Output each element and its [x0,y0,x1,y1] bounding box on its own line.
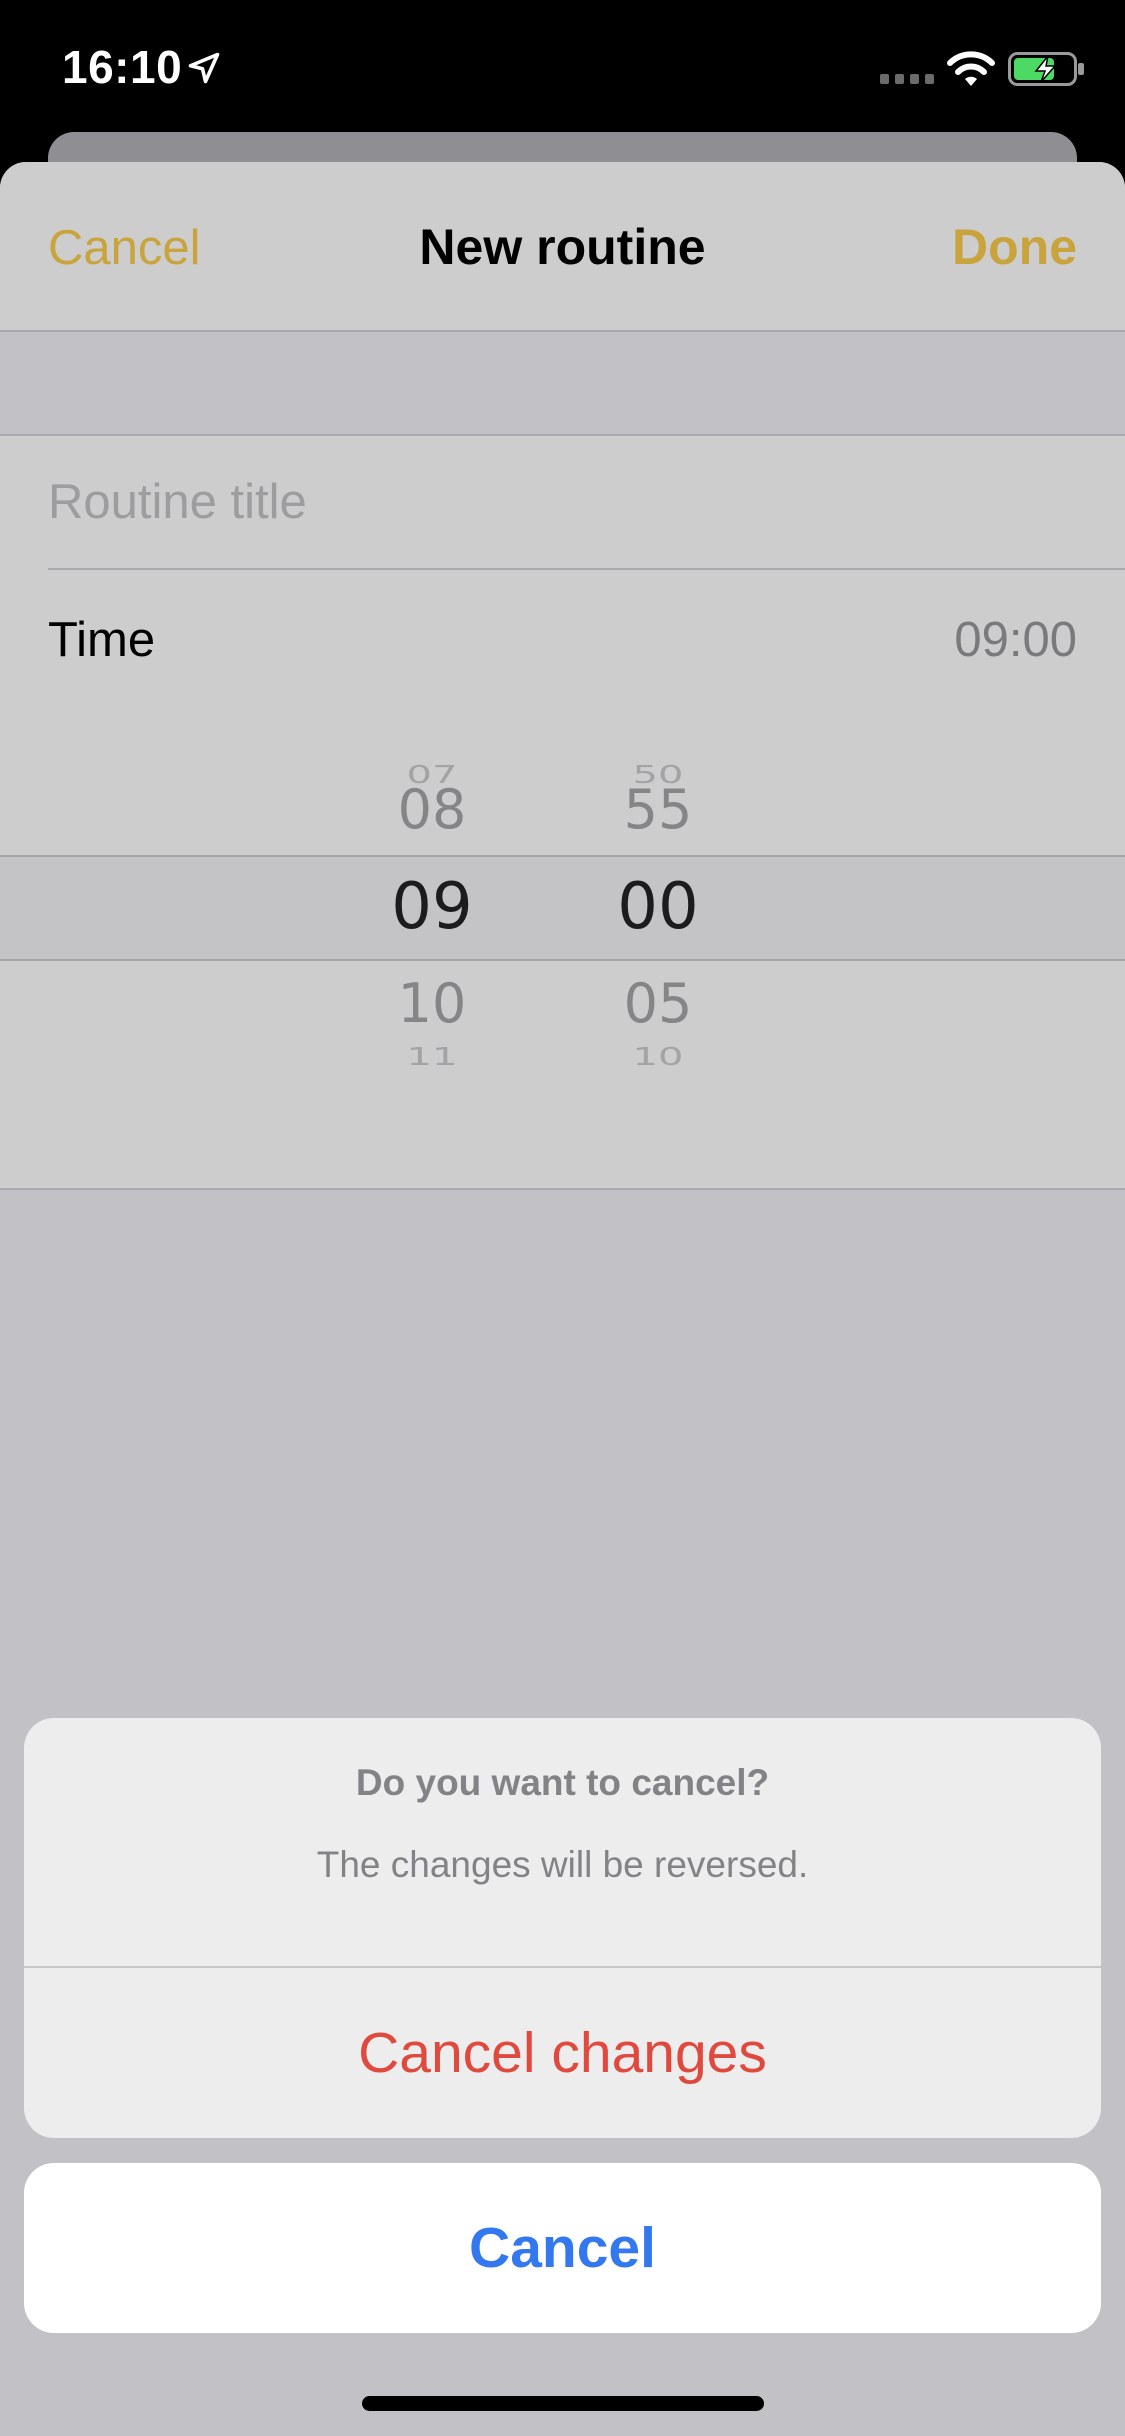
picker-option-selected[interactable]: 00 [568,870,748,944]
navigation-bar: Cancel New routine Done [0,162,1125,332]
done-button[interactable]: Done [952,218,1077,276]
location-arrow-icon [188,52,220,84]
routine-form: Time 09:00 07 08 09 10 11 50 55 00 05 10 [0,434,1125,1190]
battery-charging-icon [1008,52,1084,86]
status-time: 16:10 [62,41,183,93]
picker-option[interactable]: 08 [342,778,522,841]
hour-wheel[interactable]: 07 08 09 10 11 [342,700,522,1160]
cellular-signal-icon [880,74,934,84]
picker-option[interactable]: 10 [568,1043,748,1072]
picker-selection-band [0,855,1125,961]
time-value: 09:00 [954,613,1077,667]
home-indicator[interactable] [362,2396,764,2411]
time-picker[interactable]: 07 08 09 10 11 50 55 00 05 10 [0,700,1125,1160]
status-bar: 16:10 [0,0,1125,135]
picker-option[interactable]: 05 [568,972,748,1035]
action-sheet-cancel-button[interactable]: Cancel [24,2163,1101,2333]
picker-option[interactable]: 55 [568,778,748,841]
routine-title-input[interactable] [48,474,1048,530]
picker-option[interactable]: 11 [342,1043,522,1072]
time-label: Time [48,613,156,667]
time-row[interactable]: Time 09:00 [48,570,1077,702]
action-sheet: Do you want to cancel? The changes will … [24,1718,1101,2138]
action-sheet-message: The changes will be reversed. [316,1844,809,1885]
title-row [48,436,1125,570]
picker-option-selected[interactable]: 09 [342,870,522,944]
action-sheet-header: Do you want to cancel? The changes will … [24,1718,1101,1968]
picker-option[interactable]: 10 [342,972,522,1035]
screen: 16:10 Cancel New routine Done Routine ti… [0,0,1125,2436]
action-sheet-title: Do you want to cancel? [355,1762,770,1803]
minute-wheel[interactable]: 50 55 00 05 10 [568,700,748,1160]
wifi-icon [947,51,995,86]
cancel-changes-button[interactable]: Cancel changes [24,1968,1101,2138]
